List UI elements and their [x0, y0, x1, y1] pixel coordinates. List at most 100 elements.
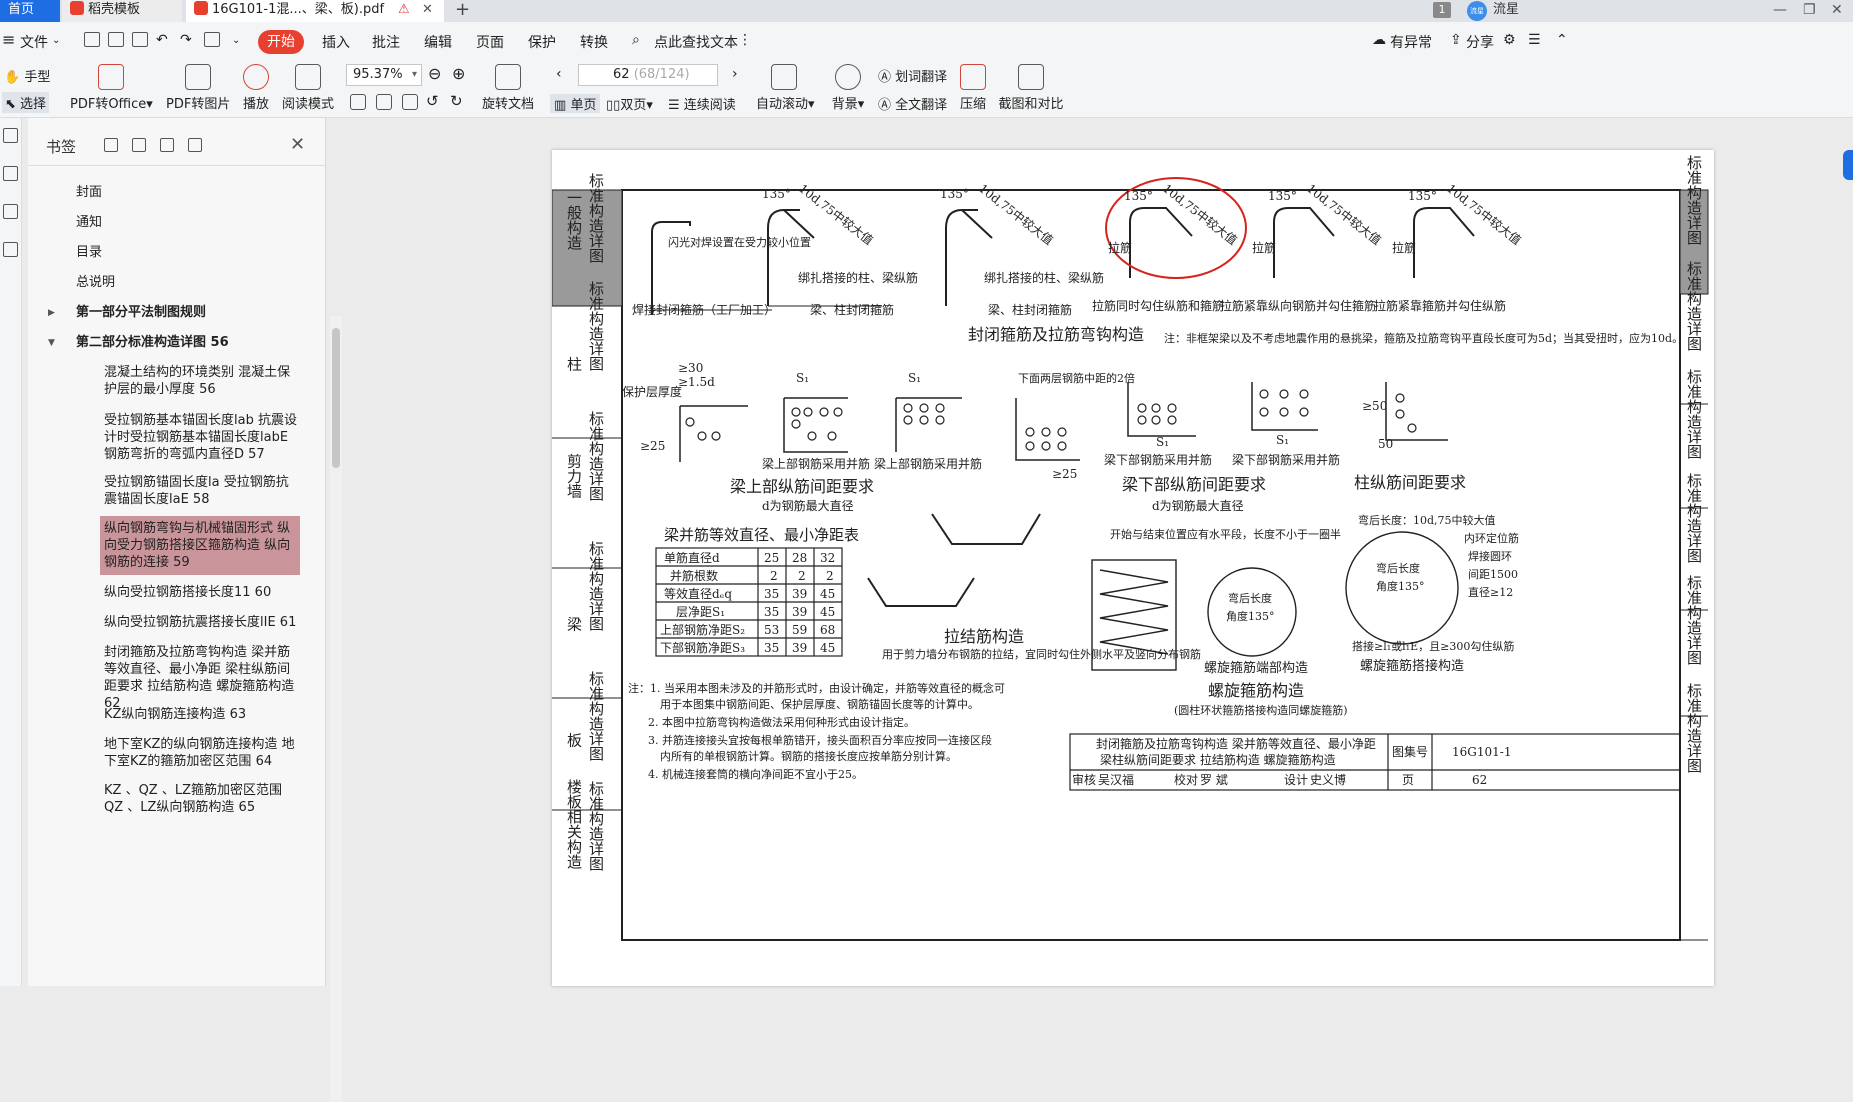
status-abnormal[interactable]: 有异常	[1390, 32, 1432, 52]
close-window-button[interactable]: ✕	[1831, 0, 1843, 20]
menu-convert[interactable]: 转换	[580, 32, 608, 52]
zoom-out-icon[interactable]: ⊖	[428, 64, 441, 83]
menu-edit[interactable]: 编辑	[424, 32, 452, 52]
warning-icon[interactable]: ⚠	[398, 0, 410, 20]
cloud-icon[interactable]: ☁	[1372, 32, 1386, 48]
rotate-left-icon[interactable]: ↺	[426, 92, 439, 110]
continuous-button[interactable]: ☰ 连续阅读	[668, 94, 736, 113]
bookmark-item[interactable]: 通知	[76, 214, 298, 231]
export-icon[interactable]	[204, 32, 220, 47]
bookmark-subitem-selected[interactable]: 纵向钢筋弯钩与机械锚固形式 纵向受力钢筋搭接区箍筋构造 纵向钢筋的连接 59	[100, 516, 300, 575]
thumbnail-icon[interactable]	[3, 166, 18, 181]
redo-icon[interactable]: ↷	[180, 32, 192, 48]
close-tab-icon[interactable]: ✕	[422, 0, 433, 20]
avatar[interactable]: 流星	[1467, 1, 1487, 21]
double-page-button[interactable]: ▯▯双页▾	[606, 94, 653, 113]
bookmark-subitem[interactable]: 纵向受拉钢筋抗震搭接长度lIE 61	[104, 614, 300, 631]
open-folder-icon[interactable]	[84, 32, 100, 47]
next-page-icon[interactable]: ›	[732, 66, 738, 82]
expand-all-icon[interactable]	[104, 138, 118, 152]
menu-file[interactable]: 文件	[20, 32, 48, 52]
window-count-badge[interactable]: 1	[1433, 2, 1451, 18]
collapse-arrow-icon[interactable]: ▼	[48, 338, 55, 348]
bookmark-item[interactable]: 总说明	[76, 274, 298, 291]
user-name[interactable]: 流星	[1493, 0, 1519, 20]
word-translate-button[interactable]: Ⓐ 划词翻译	[878, 66, 947, 85]
bookmark-item[interactable]: 封面	[76, 184, 298, 201]
save-icon[interactable]	[108, 32, 124, 47]
tab-template[interactable]: 稻壳模板	[62, 0, 182, 22]
menu-protect[interactable]: 保护	[528, 32, 556, 52]
bookmark-subitem[interactable]: 封闭箍筋及拉筋弯钩构造 梁并筋等效直径、最小净距 梁柱纵筋间距要求 拉结筋构造 …	[104, 644, 300, 712]
play-button[interactable]: 播放	[240, 64, 272, 112]
attachment-icon[interactable]	[3, 242, 18, 257]
chevron-down-icon[interactable]: ⌄	[52, 35, 60, 46]
comment-icon[interactable]: ☰	[1528, 32, 1541, 48]
bookmark-scrollbar[interactable]	[330, 316, 342, 1102]
settings-icon[interactable]: ⚙	[1503, 32, 1516, 48]
auto-scroll-button[interactable]: 自动滚动▾	[756, 64, 815, 112]
minimize-button[interactable]: —	[1773, 0, 1787, 20]
select-tool[interactable]: ⬉ 选择	[2, 92, 50, 113]
share-button[interactable]: 分享	[1466, 32, 1494, 52]
bookmark-item[interactable]: 第一部分平法制图规则	[76, 304, 298, 321]
menu-insert[interactable]: 插入	[322, 32, 350, 52]
prev-page-icon[interactable]: ‹	[556, 66, 562, 82]
title-beam-bottom: 梁下部纵筋间距要求	[1122, 475, 1266, 494]
add-bookmark-icon[interactable]	[160, 138, 174, 152]
expand-arrow-icon[interactable]: ▶	[48, 308, 55, 318]
screenshot-compare-button[interactable]: 截图和对比	[998, 64, 1064, 112]
bookmark-subitem[interactable]: 受拉钢筋基本锚固长度lab 抗震设计时受拉钢筋基本锚固长度labE 钢筋弯折的弯…	[104, 412, 300, 463]
read-mode-button[interactable]: 阅读模式	[282, 64, 334, 112]
search-text[interactable]: 点此查找文本	[654, 32, 738, 52]
bookmark-subitem[interactable]: 受拉钢筋锚固长度la 受拉钢筋抗震锚固长度laE 58	[104, 474, 300, 508]
bookmark-list-icon[interactable]	[188, 138, 202, 152]
side-cat-2: 剪力墙	[565, 454, 583, 499]
background-button[interactable]: 背景▾	[830, 64, 866, 112]
pdf-to-office-button[interactable]: PDF转Office▾	[70, 64, 153, 112]
single-page-button[interactable]: ▥ 单页	[550, 94, 601, 113]
fit-page-icon[interactable]	[376, 94, 392, 110]
undo-icon[interactable]: ↶	[156, 32, 168, 48]
menu-start[interactable]: 开始	[258, 30, 304, 54]
rotate-document-button[interactable]: 旋转文档	[482, 64, 534, 112]
compress-button[interactable]: 压缩	[958, 64, 988, 112]
bookmark-subitem[interactable]: KZ 、QZ 、LZ箍筋加密区范围 QZ 、LZ纵向钢筋构造 65	[104, 782, 300, 816]
bookmark-header: 书签 ✕	[28, 118, 326, 166]
fit-width-icon[interactable]	[402, 94, 418, 110]
new-tab-button[interactable]: +	[455, 0, 470, 20]
maximize-button[interactable]: ❐	[1803, 0, 1816, 20]
bookmark-item[interactable]: 目录	[76, 244, 298, 261]
zoom-in-icon[interactable]: ⊕	[452, 64, 465, 83]
hamburger-icon[interactable]: ≡	[2, 30, 15, 49]
share-icon[interactable]: ⇪	[1450, 32, 1462, 48]
bookmark-subitem[interactable]: 纵向受拉钢筋搭接长度11 60	[104, 584, 300, 601]
screenshot-icon	[1018, 64, 1044, 90]
close-icon[interactable]: ✕	[290, 134, 305, 155]
hand-tool[interactable]: ✋ 手型	[4, 66, 50, 85]
tag-icon[interactable]	[3, 204, 18, 219]
bookmark-panel-icon[interactable]	[3, 128, 18, 143]
bookmark-subitem[interactable]: KZ纵向钢筋连接构造 63	[104, 706, 300, 723]
collapse-all-icon[interactable]	[132, 138, 146, 152]
full-translate-button[interactable]: Ⓐ 全文翻译	[878, 94, 947, 113]
zoom-select[interactable]: 95.37% ▾	[346, 64, 422, 86]
pdf-to-image-button[interactable]: PDF转图片	[166, 64, 230, 112]
scrollbar-thumb[interactable]	[332, 328, 340, 468]
more-chevron-icon[interactable]: ⌄	[232, 35, 240, 46]
menu-annotate[interactable]: 批注	[372, 32, 400, 52]
search-icon[interactable]: ⌕	[632, 32, 640, 48]
print-icon[interactable]	[132, 32, 148, 47]
menu-page[interactable]: 页面	[476, 32, 504, 52]
rotate-right-icon[interactable]: ↻	[450, 92, 463, 110]
bookmark-item[interactable]: 第二部分标准构造详图 56	[76, 334, 298, 351]
bookmark-subitem[interactable]: 混凝土结构的环境类别 混凝土保护层的最小厚度 56	[104, 364, 300, 398]
bookmark-subitem[interactable]: 地下室KZ的纵向钢筋连接构造 地下室KZ的箍筋加密区范围 64	[104, 736, 300, 770]
actual-size-icon[interactable]	[350, 94, 366, 110]
page-number-input[interactable]: 62 (68/124)	[578, 64, 718, 86]
collapse-icon[interactable]: ⌃	[1556, 32, 1568, 48]
floating-side-button[interactable]	[1843, 150, 1853, 180]
tab-document[interactable]: 16G101-1混...、梁、板).pdf ⚠ ✕	[186, 0, 444, 22]
tab-home[interactable]: 首页	[0, 0, 60, 22]
more-vertical-icon[interactable]: ⋮	[738, 32, 752, 48]
